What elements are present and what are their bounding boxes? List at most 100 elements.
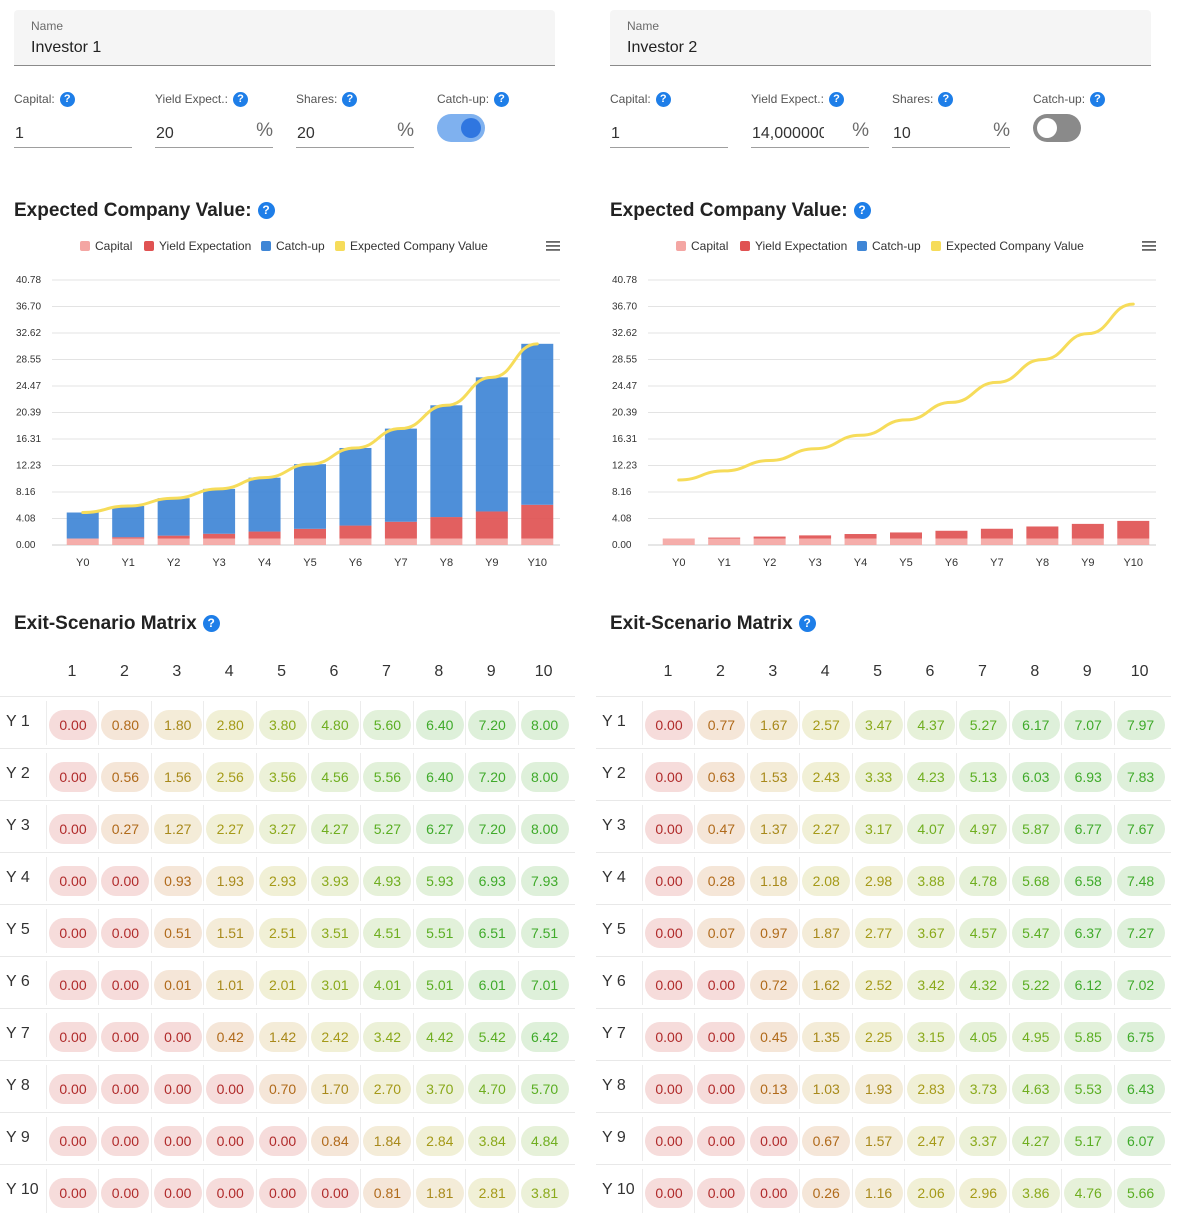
toggle-knob[interactable] <box>1037 118 1057 138</box>
bar-capital[interactable] <box>430 538 463 545</box>
bar-catch-up[interactable] <box>339 447 372 526</box>
capital-value[interactable]: 1 <box>15 125 87 143</box>
bar-yield-expectation[interactable] <box>294 528 326 539</box>
bar-capital[interactable] <box>799 538 832 545</box>
name-field[interactable]: Name Investor 2 <box>610 10 1151 66</box>
bar-yield-expectation[interactable] <box>248 531 281 539</box>
yield-expect-input[interactable]: 20% <box>155 116 273 148</box>
bar-yield-expectation[interactable] <box>980 528 1013 539</box>
bar-capital[interactable] <box>112 538 145 545</box>
shares-input[interactable]: 20% <box>296 116 414 148</box>
name-value[interactable]: Investor 2 <box>627 39 697 57</box>
yield-expect-help-icon[interactable]: ? <box>828 92 844 108</box>
matrix-value: 0.00 <box>49 1126 97 1156</box>
bar-yield-expectation[interactable] <box>521 504 554 539</box>
bar-capital[interactable] <box>935 538 968 545</box>
bar-yield-expectation[interactable] <box>339 525 372 539</box>
bar-capital[interactable] <box>1026 538 1059 545</box>
capital-help-icon[interactable]: ? <box>59 92 75 108</box>
bar-capital[interactable] <box>662 538 695 545</box>
bar-capital[interactable] <box>203 538 236 545</box>
bar-capital[interactable] <box>708 538 741 545</box>
yield-expect-help-icon[interactable]: ? <box>232 92 248 108</box>
bar-capital[interactable] <box>1071 538 1104 545</box>
bar-capital[interactable] <box>475 538 508 545</box>
matrix-cell: 4.23 <box>904 753 956 797</box>
legend-label[interactable]: Yield Expectation <box>159 239 251 253</box>
hamburger-menu-icon[interactable] <box>1142 241 1156 251</box>
bar-catch-up[interactable] <box>521 343 554 505</box>
bar-yield-expectation[interactable] <box>1117 520 1150 539</box>
bar-capital[interactable] <box>66 538 99 545</box>
matrix-help-icon[interactable]: ? <box>202 615 220 633</box>
bar-catch-up[interactable] <box>430 405 463 518</box>
chart-help-icon[interactable]: ? <box>257 202 275 220</box>
bar-catch-up[interactable] <box>384 428 417 522</box>
bar-capital[interactable] <box>384 538 417 545</box>
bar-capital[interactable] <box>339 538 372 545</box>
bar-capital[interactable] <box>844 538 877 545</box>
bar-capital[interactable] <box>890 538 922 545</box>
bar-yield-expectation[interactable] <box>1026 526 1059 539</box>
bar-capital[interactable] <box>1117 538 1150 545</box>
bar-yield-expectation[interactable] <box>384 521 417 539</box>
bar-yield-expectation[interactable] <box>708 537 741 539</box>
legend-label[interactable]: Expected Company Value <box>350 239 488 253</box>
bar-catch-up[interactable] <box>475 377 508 512</box>
toggle-knob[interactable] <box>461 118 481 138</box>
matrix-cell: 6.77 <box>1061 805 1113 849</box>
bar-yield-expectation[interactable] <box>890 532 922 539</box>
legend-label[interactable]: Yield Expectation <box>755 239 847 253</box>
yield-expect-input[interactable]: 14,000000% <box>751 116 869 148</box>
matrix-help-icon[interactable]: ? <box>798 615 816 633</box>
shares-help-icon[interactable]: ? <box>342 92 358 108</box>
bar-catch-up[interactable] <box>203 488 236 534</box>
bar-yield-expectation[interactable] <box>1071 523 1104 539</box>
name-value[interactable]: Investor 1 <box>31 39 101 57</box>
bar-capital[interactable] <box>521 538 554 545</box>
catchup-toggle[interactable] <box>437 114 485 142</box>
shares-value[interactable]: 10 <box>893 125 965 143</box>
bar-yield-expectation[interactable] <box>844 534 877 539</box>
bar-yield-expectation[interactable] <box>157 535 190 539</box>
chart-help-icon[interactable]: ? <box>853 202 871 220</box>
hamburger-menu-icon[interactable] <box>546 241 560 251</box>
matrix-value: 5.60 <box>363 710 412 740</box>
capital-help-icon[interactable]: ? <box>655 92 671 108</box>
bar-catch-up[interactable] <box>294 464 326 529</box>
expected-company-value-line[interactable] <box>677 302 1135 482</box>
bar-yield-expectation[interactable] <box>475 511 508 539</box>
bar-capital[interactable] <box>294 538 326 545</box>
bar-capital[interactable] <box>248 538 281 545</box>
name-field[interactable]: Name Investor 1 <box>14 10 555 66</box>
bar-catch-up[interactable] <box>66 512 99 539</box>
bar-yield-expectation[interactable] <box>203 533 236 539</box>
bar-yield-expectation[interactable] <box>430 517 463 539</box>
bar-catch-up[interactable] <box>112 506 145 538</box>
legend-label[interactable]: Catch-up <box>872 239 921 253</box>
bar-capital[interactable] <box>157 538 190 545</box>
bar-capital[interactable] <box>753 538 786 545</box>
bar-yield-expectation[interactable] <box>799 535 832 539</box>
legend-label[interactable]: Capital <box>691 239 728 253</box>
catchup-toggle[interactable] <box>1033 114 1081 142</box>
catchup-help-icon[interactable]: ? <box>494 92 510 108</box>
shares-input[interactable]: 10% <box>892 116 1010 148</box>
bar-yield-expectation[interactable] <box>935 530 968 539</box>
bar-yield-expectation[interactable] <box>753 536 786 539</box>
yield-expect-value[interactable]: 14,000000 <box>752 125 824 143</box>
legend-label[interactable]: Catch-up <box>276 239 325 253</box>
shares-value[interactable]: 20 <box>297 125 369 143</box>
capital-input[interactable]: 1 <box>14 116 132 148</box>
bar-catch-up[interactable] <box>248 477 281 532</box>
legend-label[interactable]: Expected Company Value <box>946 239 1084 253</box>
yield-expect-value[interactable]: 20 <box>156 125 228 143</box>
bar-capital[interactable] <box>980 538 1013 545</box>
catchup-help-icon[interactable]: ? <box>1090 92 1106 108</box>
bar-catch-up[interactable] <box>157 498 190 536</box>
shares-help-icon[interactable]: ? <box>938 92 954 108</box>
capital-input[interactable]: 1 <box>610 116 728 148</box>
bar-yield-expectation[interactable] <box>112 537 145 539</box>
legend-label[interactable]: Capital <box>95 239 132 253</box>
capital-value[interactable]: 1 <box>611 125 683 143</box>
